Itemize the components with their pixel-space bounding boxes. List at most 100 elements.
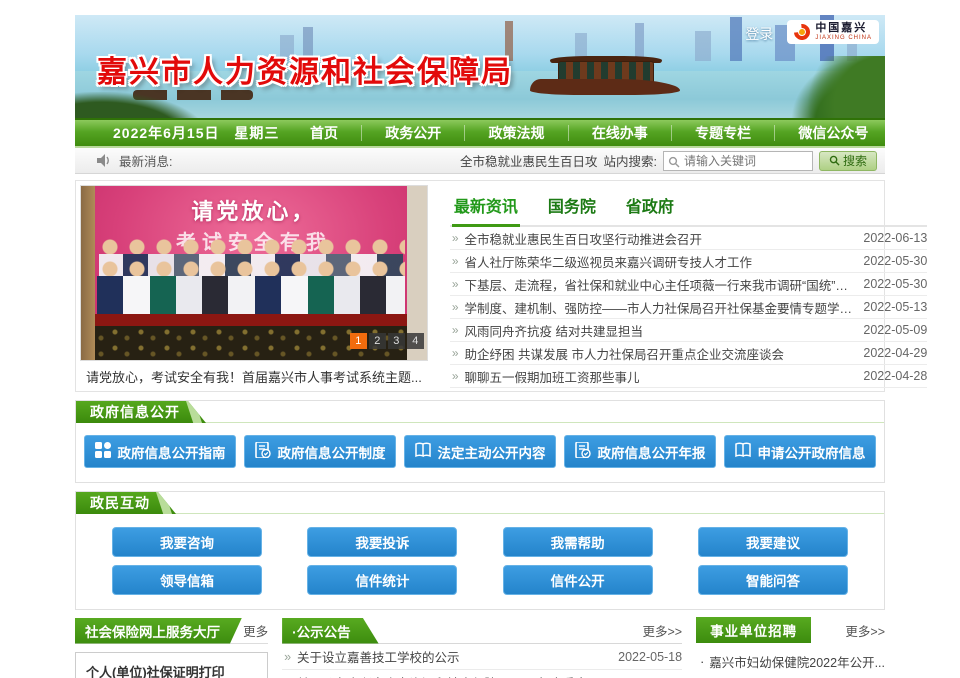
nav-item-wechat[interactable]: 微信公众号 [788,123,878,143]
grid-icon [95,442,111,461]
nav-item-home[interactable]: 首页 [300,123,348,143]
ticker-marquee-text[interactable]: 全市稳就业惠民生百日攻 [460,151,598,170]
site-title: 嘉兴市人力资源和社会保障局 [97,47,513,91]
insurance-proof-print-item[interactable]: 个人(单位)社保证明打印 [75,652,268,678]
news-item[interactable]: »助企纾困 共谋发展 市人力社保局召开重点企业交流座谈会2022-04-29 [450,342,928,365]
smart-qa-button[interactable]: 智能问答 [698,565,848,595]
announcement-item[interactable]: »关于设立嘉善技工学校的公示2022-05-18 [282,644,682,670]
recruitment-item[interactable]: ·嘉兴市妇幼保健院2022年公开... [696,648,885,675]
news-item[interactable]: »下基层、走流程，省社保和就业中心主任项薇一行来我市调研“国统”上线情况2022… [450,273,928,296]
news-ticker-bar: 最新消息: 全市稳就业惠民生百日攻 站内搜索: 搜索 [75,148,885,174]
double-arrow-icon: » [452,369,459,383]
double-arrow-icon: » [452,277,459,291]
pager-dot-2[interactable]: 2 [369,333,386,349]
double-arrow-icon: » [284,650,291,664]
speaker-icon [97,154,111,167]
main-navigation: 2022年6月15日 星期三 首页 政务公开 政策法规 在线办事 专题专栏 微信… [75,118,885,148]
doc-check-icon [255,442,271,461]
annual-report-button[interactable]: 政府信息公开年报 [564,435,716,468]
search-button[interactable]: 搜索 [819,151,877,171]
pager-dot-3[interactable]: 3 [388,333,405,349]
more-link[interactable]: 更多>> [642,621,682,640]
announcement-item[interactable]: »关于公布嘉兴市人力资源和社会保障局2022年度重大行政决策事...2022-0… [282,670,682,678]
logo-cn-text: 中国嘉兴 [815,23,872,35]
carousel-caption[interactable]: 请党放心，考试安全有我！首届嘉兴市人事考试系统主题... [80,361,428,391]
double-arrow-icon: » [452,323,459,337]
tab-state-council[interactable]: 国务院 [546,191,598,225]
recruitment-header: 事业单位招聘 [696,617,811,643]
news-item[interactable]: »全市稳就业惠民生百日攻坚行动推进会召开2022-06-13 [450,227,928,250]
logo-en-text: JIAXING CHINA [815,35,872,41]
nav-divider [361,125,362,141]
announcements-header: ·公示公告 [282,618,379,644]
complaint-button[interactable]: 我要投诉 [307,527,457,557]
nav-item-special-columns[interactable]: 专题专栏 [685,123,761,143]
announcements-panel: ·公示公告 更多>> »关于设立嘉善技工学校的公示2022-05-18 »关于公… [282,618,682,678]
news-item[interactable]: »聊聊五一假期加班工资那些事儿2022-04-28 [450,365,928,388]
bullet-icon: · [700,655,704,669]
page-container: 嘉兴市人力资源和社会保障局 登录 中国嘉兴 JIAXING CHINA 2022… [75,15,885,678]
news-panel: 最新资讯 国务院 省政府 »全市稳就业惠民生百日攻坚行动推进会召开2022-06… [450,185,928,387]
carousel-pager: 1 2 3 4 [350,333,424,349]
photo-carousel[interactable]: 考试安全有我 请党放心， 1 2 3 4 请党放心，考试安全有我！首届嘉兴市人事… [80,185,428,387]
main-content: 考试安全有我 请党放心， 1 2 3 4 请党放心，考试安全有我！首届嘉兴市人事… [75,180,885,392]
more-link[interactable]: 更多 [243,621,268,640]
letter-stats-button[interactable]: 信件统计 [307,565,457,595]
nav-divider [774,125,775,141]
nav-item-gov-disclosure[interactable]: 政务公开 [375,123,451,143]
interaction-section: 政民互动 我要咨询 我要投诉 我需帮助 我要建议 领导信箱 信件统计 信件公开 … [75,491,885,610]
foliage-right [787,56,885,118]
leader-mailbox-button[interactable]: 领导信箱 [112,565,262,595]
boat-illustration [530,53,680,95]
double-arrow-icon: » [452,346,459,360]
tab-latest-news[interactable]: 最新资讯 [452,191,520,227]
book-icon [735,442,751,461]
info-system-button[interactable]: 政府信息公开制度 [244,435,396,468]
news-item[interactable]: »省人社厅陈荣华二级巡视员来嘉兴调研专技人才工作2022-05-30 [450,250,928,273]
nav-divider [568,125,569,141]
jiaxing-china-logo[interactable]: 中国嘉兴 JIAXING CHINA [787,20,879,44]
social-insurance-hall: 社会保险网上服务大厅 更多 个人(单位)社保证明打印 办事指南 [75,618,268,678]
site-search-label: 站内搜索: [604,151,657,170]
need-help-button[interactable]: 我需帮助 [503,527,653,557]
double-arrow-icon: » [452,254,459,268]
search-icon [668,156,680,168]
bottom-sections: 社会保险网上服务大厅 更多 个人(单位)社保证明打印 办事指南 ·公示公告 更多… [75,618,885,678]
tab-provincial-gov[interactable]: 省政府 [624,191,676,225]
statutory-disclosure-button[interactable]: 法定主动公开内容 [404,435,556,468]
section-header-ribbon: 政府信息公开 [76,401,206,423]
foliage-left [75,92,207,118]
search-input[interactable] [664,152,812,170]
pager-dot-1[interactable]: 1 [350,333,367,349]
current-weekday: 星期三 [234,125,279,141]
double-arrow-icon: » [452,231,459,245]
news-item[interactable]: »学制度、建机制、强防控——市人力社保局召开社保基金要情专题学习会2022-05… [450,296,928,319]
ticker-label: 最新消息: [119,151,172,170]
recruitment-panel: 事业单位招聘 更多>> ·嘉兴市妇幼保健院2022年公开... ·2022年嘉兴… [696,618,885,678]
doc-check-icon [575,442,591,461]
consult-button[interactable]: 我要咨询 [112,527,262,557]
social-insurance-header: 社会保险网上服务大厅 [75,618,242,644]
nav-item-online-services[interactable]: 在线办事 [582,123,658,143]
double-arrow-icon: » [452,300,459,314]
info-guide-button[interactable]: 政府信息公开指南 [84,435,236,468]
search-box [663,151,813,171]
banner: 嘉兴市人力资源和社会保障局 登录 中国嘉兴 JIAXING CHINA [75,15,885,118]
current-date: 2022年6月15日 星期三 [75,123,293,143]
swirl-logo-icon [791,21,814,44]
request-disclosure-button[interactable]: 申请公开政府信息 [724,435,876,468]
section-header-ribbon: 政民互动 [76,492,176,514]
nav-divider [671,125,672,141]
pager-dot-4[interactable]: 4 [407,333,424,349]
letter-disclosure-button[interactable]: 信件公开 [503,565,653,595]
more-link[interactable]: 更多>> [845,621,885,640]
nav-item-policies[interactable]: 政策法规 [479,123,555,143]
slide-banner-line1: 请党放心， [81,194,427,226]
info-disclosure-section: 政府信息公开 政府信息公开指南 政府信息公开制度 法定主动公开内容 政府信息公开… [75,400,885,483]
suggestion-button[interactable]: 我要建议 [698,527,848,557]
news-item[interactable]: »风雨同舟齐抗疫 结对共建显担当2022-05-09 [450,319,928,342]
book-icon [415,442,431,461]
login-link[interactable]: 登录 [745,24,773,44]
curtain-left [81,186,95,360]
nav-divider [464,125,465,141]
